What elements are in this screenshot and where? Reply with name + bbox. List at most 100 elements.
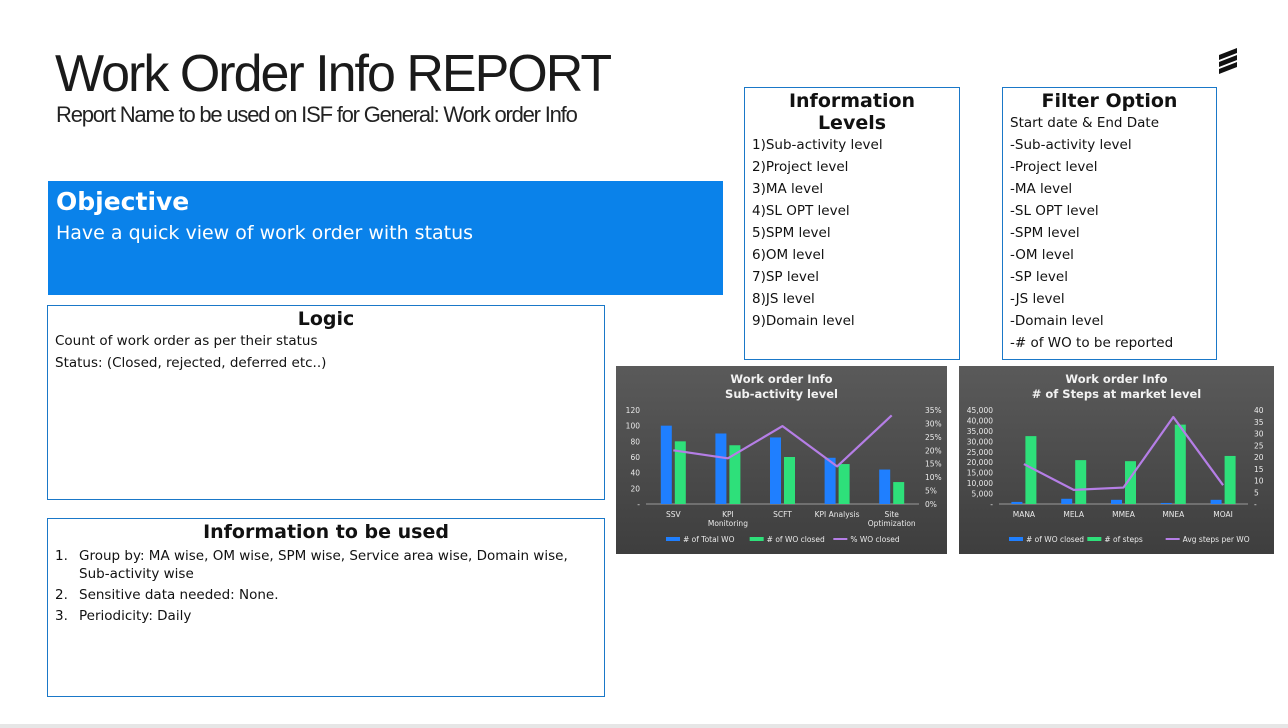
bar	[1160, 502, 1172, 504]
info-levels-heading: Information Levels	[788, 90, 916, 134]
list-number: 2.	[55, 587, 68, 603]
list-item: 1. Group by: MA wise, OM wise, SPM wise, …	[55, 547, 597, 583]
logic-panel: Logic Count of work order as per their s…	[47, 305, 605, 500]
bar	[1174, 424, 1186, 504]
bar	[838, 464, 850, 504]
chart-svg: Work order Info# of Steps at market leve…	[967, 372, 1264, 544]
y-tick-label: 100	[626, 422, 641, 431]
bar	[879, 469, 891, 504]
x-tick-label: MOAI	[1213, 510, 1233, 519]
chart-svg: Work order InfoSub-activity level - 20 40 60…	[626, 372, 942, 544]
chart-subtitle: # of Steps at market level	[1032, 387, 1202, 401]
info-levels-panel: Information Levels 1)Sub-activity level …	[744, 87, 960, 360]
info-used-list: 1. Group by: MA wise, OM wise, SPM wise, …	[55, 547, 597, 625]
level-item: 2)Project level	[752, 159, 849, 175]
y2-tick-label: 0%	[925, 500, 937, 509]
report-title: Work Order Info REPORT	[55, 45, 612, 103]
objective-text: Have a quick view of work order with sta…	[56, 222, 474, 244]
y2-tick-label: 20%	[925, 446, 942, 455]
x-tick-label: SSV	[666, 510, 682, 519]
bar	[1061, 498, 1073, 504]
x-tick-label: MMEA	[1112, 510, 1136, 519]
chart-title: Work order Info	[1065, 372, 1167, 386]
level-item: 3)MA level	[752, 181, 824, 197]
list-number: 3.	[55, 608, 68, 624]
filter-item: -JS level	[1010, 291, 1065, 307]
filter-option-panel: Filter Option Start date & End Date -Sub…	[1002, 87, 1217, 360]
report-subtitle: Report Name to be used on ISF for Genera…	[56, 102, 578, 127]
level-item: 1)Sub-activity level	[752, 137, 883, 153]
legend-label: # of Total WO	[683, 535, 735, 544]
bar	[770, 437, 781, 504]
y-tick-label: 40,000	[967, 416, 993, 425]
filter-item: -SL OPT level	[1010, 203, 1099, 219]
y-tick-label: 120	[626, 406, 641, 415]
legend-label: % WO closed	[850, 535, 900, 544]
bar	[1011, 501, 1023, 504]
filter-item: -Project level	[1010, 159, 1098, 175]
logic-line: Count of work order as per their status	[55, 333, 318, 349]
x-tick-label: KPI	[722, 510, 734, 519]
objective-panel: Objective Have a quick view of work orde…	[48, 181, 723, 295]
y-tick-label: 40	[630, 469, 640, 478]
y-tick-label: 20,000	[967, 458, 993, 467]
bar	[715, 433, 727, 504]
logic-line: Status: (Closed, rejected, deferred etc.…	[55, 355, 327, 371]
series-line	[1023, 415, 1224, 492]
ericsson-logo-icon	[1219, 48, 1237, 74]
chart-market-steps: Work order Info # of Steps at market leve…	[959, 366, 1274, 554]
filter-item: -MA level	[1010, 181, 1073, 197]
legend-label: # of steps	[1104, 535, 1143, 544]
chart-title: Work order Info	[730, 372, 832, 386]
filter-item: -Domain level	[1010, 313, 1104, 329]
y2-tick-label: 15%	[925, 460, 942, 469]
list-item: 2. Sensitive data needed: None.	[55, 586, 597, 604]
y-tick-label: -	[637, 500, 640, 509]
y-tick-label: 45,000	[967, 406, 993, 415]
chart-sub-activity: Work order Info Sub-activity level - 20 40 60…	[616, 366, 947, 554]
y2-tick-label: 25%	[925, 433, 942, 442]
y2-tick-label: 25	[1254, 441, 1264, 450]
logic-heading: Logic	[297, 308, 355, 330]
level-item: 7)SP level	[752, 269, 819, 285]
x-tick-label: KPI Analysis	[815, 510, 860, 519]
divider	[0, 724, 1288, 728]
y2-tick-label: 10%	[925, 473, 942, 482]
bar	[893, 482, 905, 504]
filter-item: -SPM level	[1010, 225, 1080, 241]
bar	[1224, 455, 1236, 504]
filter-item: -# of WO to be reported	[1010, 335, 1174, 351]
y2-tick-label: -	[1254, 500, 1257, 509]
y-tick-label: 80	[630, 437, 640, 446]
list-number: 1.	[55, 548, 68, 564]
level-item: 5)SPM level	[752, 225, 831, 241]
y2-tick-label: 15	[1254, 465, 1264, 474]
legend-label: # of WO closed	[1026, 535, 1084, 544]
legend-swatch	[666, 537, 680, 541]
level-item: 4)SL OPT level	[752, 203, 850, 219]
y2-tick-label: 30%	[925, 419, 942, 428]
bar	[784, 457, 795, 504]
x-tick-label: Site	[884, 510, 899, 519]
bar	[1111, 499, 1122, 504]
legend-swatch	[749, 537, 764, 541]
y2-tick-label: 35%	[925, 406, 942, 415]
y2-tick-label: 30	[1254, 430, 1264, 439]
list-text: Sensitive data needed: None.	[79, 587, 279, 603]
y-tick-label: 25,000	[967, 448, 993, 457]
legend-label: Avg steps per WO	[1183, 535, 1250, 544]
x-tick-label: SCFT	[773, 510, 792, 519]
series-line	[673, 414, 893, 468]
y-tick-label: 20	[630, 484, 640, 493]
x-tick-label: Monitoring	[708, 519, 748, 528]
y2-tick-label: 10	[1254, 477, 1264, 486]
filter-item: -OM level	[1010, 247, 1074, 263]
y2-tick-label: 5%	[925, 487, 937, 496]
info-used-heading: Information to be used	[203, 521, 449, 543]
bar	[1075, 460, 1087, 504]
legend-label: # of WO closed	[767, 535, 825, 544]
filter-item: -SP level	[1010, 269, 1068, 285]
x-tick-label: MELA	[1063, 510, 1085, 519]
y2-tick-label: 20	[1254, 453, 1264, 462]
bar	[660, 425, 672, 504]
